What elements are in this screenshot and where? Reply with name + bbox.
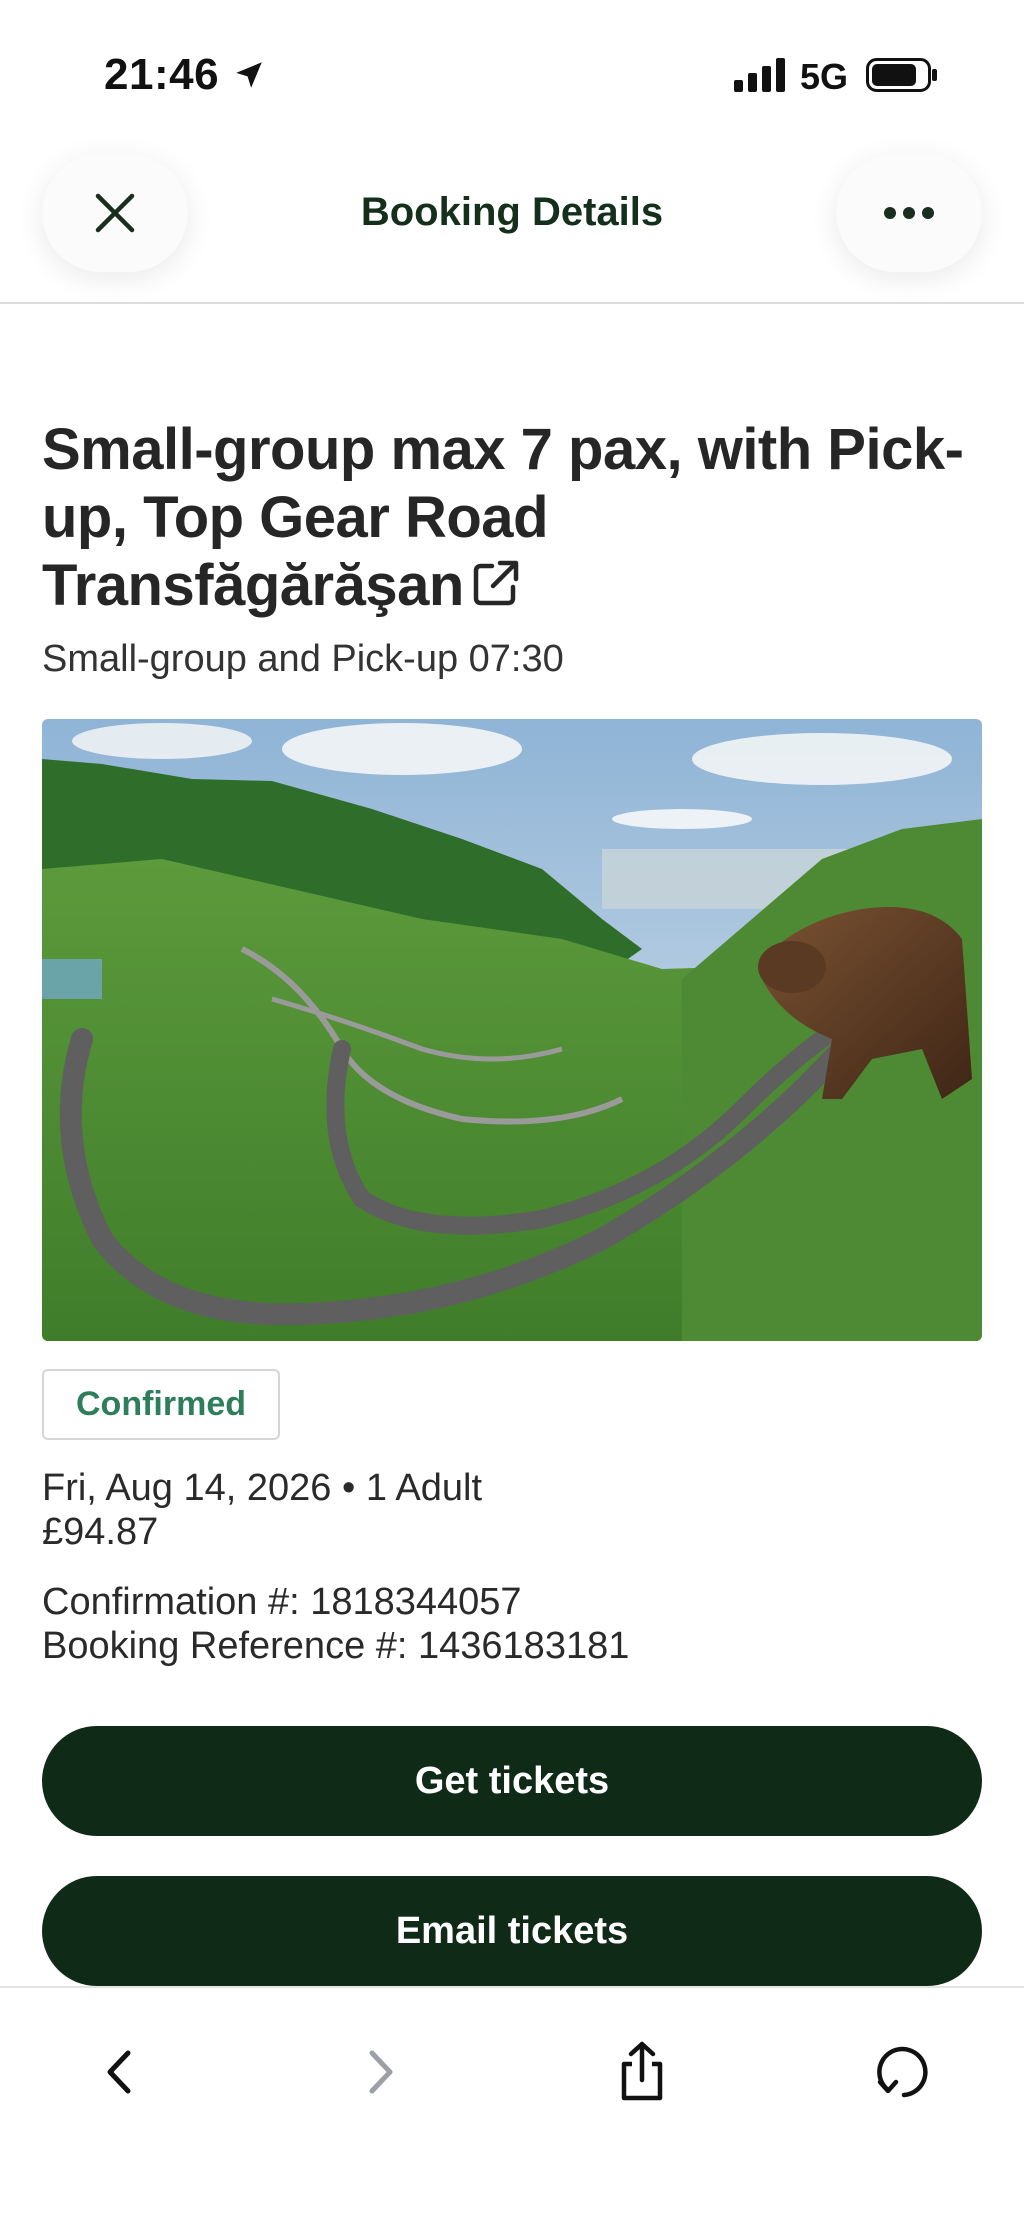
booking-price: £94.87 bbox=[42, 1511, 159, 1553]
confirmation-number: Confirmation #: 1818344057 bbox=[42, 1581, 522, 1623]
back-icon bbox=[107, 2050, 131, 2094]
status-bar: 21:46 5G bbox=[0, 0, 1024, 150]
get-tickets-button[interactable]: Get tickets bbox=[42, 1726, 982, 1836]
more-icon bbox=[884, 207, 934, 219]
external-link-icon[interactable] bbox=[470, 557, 522, 609]
status-badge: Confirmed bbox=[42, 1369, 280, 1440]
booking-date-guests: Fri, Aug 14, 2026 • 1 Adult bbox=[42, 1467, 483, 1509]
reload-icon bbox=[877, 2046, 928, 2098]
booking-numbers: Confirmation #: 1818344057 Booking Refer… bbox=[42, 1580, 982, 1668]
location-arrow-icon bbox=[236, 62, 262, 88]
email-tickets-button[interactable]: Email tickets bbox=[42, 1876, 982, 1986]
browser-toolbar bbox=[0, 1986, 1024, 2220]
forward-icon bbox=[369, 2050, 393, 2094]
status-time: 21:46 bbox=[104, 50, 220, 99]
booking-reference: Booking Reference #: 1436183181 bbox=[42, 1625, 630, 1667]
booking-content: Small-group max 7 pax, with Pick-up, Top… bbox=[42, 304, 982, 1986]
forward-button[interactable] bbox=[344, 2036, 416, 2108]
more-options-button[interactable] bbox=[836, 154, 982, 272]
tour-title[interactable]: Small-group max 7 pax, with Pick-up, Top… bbox=[42, 416, 982, 620]
share-icon bbox=[621, 2041, 663, 2101]
header: Booking Details bbox=[0, 150, 1024, 304]
signal-icon bbox=[734, 58, 785, 92]
battery-icon bbox=[866, 58, 937, 92]
network-type: 5G bbox=[800, 56, 849, 97]
tour-option: Small-group and Pick-up 07:30 bbox=[42, 638, 564, 680]
share-button[interactable] bbox=[606, 2036, 678, 2108]
reload-button[interactable] bbox=[868, 2036, 940, 2108]
tour-image bbox=[42, 719, 982, 1341]
back-button[interactable] bbox=[84, 2036, 156, 2108]
